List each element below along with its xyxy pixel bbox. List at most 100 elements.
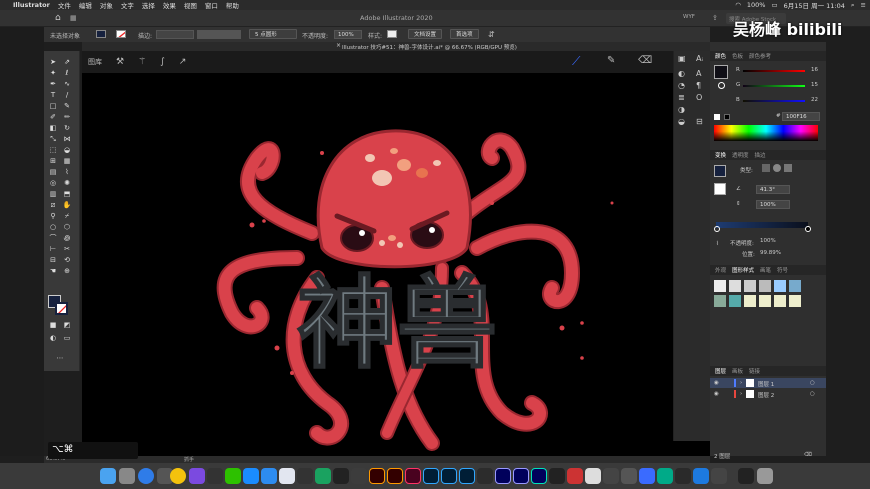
style-swatch-5[interactable] <box>774 280 786 292</box>
graph-icon[interactable]: ▥ <box>48 190 58 199</box>
paintbrush-icon[interactable]: ✎ <box>62 102 72 111</box>
tab-transparency[interactable]: 透明度 <box>732 151 749 159</box>
layer-name[interactable]: 图层 1 <box>758 380 774 388</box>
radial-type-icon[interactable] <box>773 164 781 172</box>
line-tool-icon[interactable]: / <box>62 91 72 100</box>
menu-edit[interactable]: 编辑 <box>79 0 92 10</box>
shaper-icon[interactable]: ✐ <box>48 113 58 122</box>
app-icon-32[interactable] <box>675 468 691 484</box>
polygon-icon[interactable]: ⬡ <box>62 223 72 232</box>
app-icon-10[interactable] <box>261 468 277 484</box>
qq-icon[interactable] <box>207 468 223 484</box>
white-swatch[interactable] <box>714 114 720 120</box>
pen-icon[interactable]: ⟋ <box>572 54 580 69</box>
hex-input[interactable]: 100F16 <box>782 112 820 121</box>
brush-definition-dropdown[interactable]: 5 点圆形 <box>249 29 297 39</box>
hand-icon[interactable]: ✋ <box>62 201 72 210</box>
appearance-icon[interactable]: ◒ <box>678 117 685 126</box>
stroke-swatch[interactable] <box>116 30 126 38</box>
character-icon[interactable]: A <box>696 69 701 78</box>
twirl-icon[interactable]: ꩜ <box>62 234 72 243</box>
rotate-view-icon[interactable]: ⟲ <box>62 256 72 265</box>
aspect-input[interactable]: 100% <box>756 200 790 209</box>
properties-icon[interactable]: Aᵢ <box>696 54 703 63</box>
app-icon-11[interactable] <box>279 468 295 484</box>
target-icon[interactable]: ○ <box>810 391 815 397</box>
app-icon-13[interactable] <box>315 468 331 484</box>
app-icon-25[interactable] <box>549 468 565 484</box>
menu-view[interactable]: 视图 <box>184 0 197 10</box>
transparency-icon[interactable]: ◑ <box>678 105 685 114</box>
lasso-icon[interactable]: ℓ <box>62 69 72 78</box>
style-swatch-7[interactable] <box>714 295 726 307</box>
tab-layers[interactable]: 图层 <box>715 367 726 375</box>
align-icon[interactable]: ⊟ <box>696 117 703 126</box>
gradient-preview[interactable] <box>714 165 726 177</box>
gradient-slider[interactable] <box>716 222 808 228</box>
variable-width-profile[interactable] <box>197 30 241 39</box>
wrench-icon[interactable]: ⚒ <box>116 57 124 67</box>
illustrator-icon-2[interactable] <box>387 468 403 484</box>
rectangle-tool-icon[interactable]: □ <box>48 102 58 111</box>
photoshop-icon-2[interactable] <box>441 468 457 484</box>
print-tiling-icon[interactable]: ⊟ <box>48 256 58 265</box>
zoom-icon[interactable]: ⚲ <box>48 212 58 221</box>
b-slider[interactable] <box>743 100 805 102</box>
style-swatch-6[interactable] <box>789 280 801 292</box>
angle-input[interactable]: 41.3° <box>756 185 790 194</box>
tab-graphic-styles[interactable]: 图形样式 <box>732 266 754 274</box>
trash-icon[interactable]: ⌫ <box>804 452 812 458</box>
color-mode-icon[interactable]: ■ <box>48 321 58 330</box>
mesh-icon[interactable]: ▦ <box>62 157 72 166</box>
screen-mode-icon[interactable]: ▭ <box>62 334 72 343</box>
tab-brushes[interactable]: 画笔 <box>760 266 771 274</box>
black-swatch[interactable] <box>724 114 730 120</box>
gradient-stroke-preview[interactable] <box>714 183 726 195</box>
document-tab[interactable]: Illustrator 技巧#51：神兽-字体设计.ai* @ 66.67% (… <box>342 43 517 51</box>
battery-icon[interactable]: ▭ <box>771 1 777 9</box>
workspace-switcher[interactable]: WYF <box>683 14 695 20</box>
opentype-icon[interactable]: O <box>696 93 702 102</box>
app-icon-30[interactable] <box>639 468 655 484</box>
app-icon-15[interactable] <box>351 468 367 484</box>
app-icon-29[interactable] <box>621 468 637 484</box>
menu-object[interactable]: 对象 <box>100 0 113 10</box>
launchpad-icon[interactable] <box>119 468 135 484</box>
search-icon[interactable]: ⌕ <box>851 1 855 10</box>
tab-artboards[interactable]: 画板 <box>732 367 743 375</box>
more-tools-icon[interactable]: ⋯ <box>55 354 65 363</box>
artboard-icon[interactable]: ⬒ <box>62 190 72 199</box>
menu-type[interactable]: 文字 <box>121 0 134 10</box>
tab-symbols[interactable]: 符号 <box>777 266 788 274</box>
tab-stroke[interactable]: 描边 <box>755 151 766 159</box>
magic-wand-icon[interactable]: ✦ <box>48 69 58 78</box>
photoshop-icon[interactable] <box>423 468 439 484</box>
menu-select[interactable]: 选择 <box>142 0 155 10</box>
draw-mode-icon[interactable]: ◐ <box>48 334 58 343</box>
measure-icon[interactable]: ⊢ <box>48 245 58 254</box>
app-icon-31[interactable] <box>657 468 673 484</box>
app-icon-12[interactable] <box>297 468 313 484</box>
libraries-icon[interactable]: ▣ <box>678 54 686 63</box>
color-spectrum[interactable] <box>714 125 818 141</box>
r-value[interactable]: 16 <box>811 67 818 73</box>
style-swatch-10[interactable] <box>759 295 771 307</box>
curve-icon[interactable]: ∫ <box>160 57 165 67</box>
trash-dock-icon[interactable] <box>757 468 773 484</box>
audition-icon[interactable] <box>531 468 547 484</box>
stroke-indicator[interactable] <box>718 82 725 89</box>
layer-name[interactable]: 图层 2 <box>758 391 774 399</box>
linear-type-icon[interactable] <box>762 164 770 172</box>
opacity-input[interactable]: 100% <box>334 30 362 39</box>
lightroom-icon[interactable] <box>459 468 475 484</box>
menu-effect[interactable]: 效果 <box>163 0 176 10</box>
visibility-icon[interactable]: ◉ <box>714 380 719 386</box>
chrome-icon[interactable] <box>170 468 186 484</box>
preferences-button[interactable]: 首选项 <box>450 29 479 39</box>
finder-icon[interactable] <box>100 468 116 484</box>
warp-icon[interactable]: ⌒ <box>48 234 58 243</box>
app-icon-27[interactable] <box>585 468 601 484</box>
tab-transform[interactable]: 变换 <box>715 151 726 159</box>
style-swatch-8[interactable] <box>729 295 741 307</box>
style-swatch-3[interactable] <box>744 280 756 292</box>
